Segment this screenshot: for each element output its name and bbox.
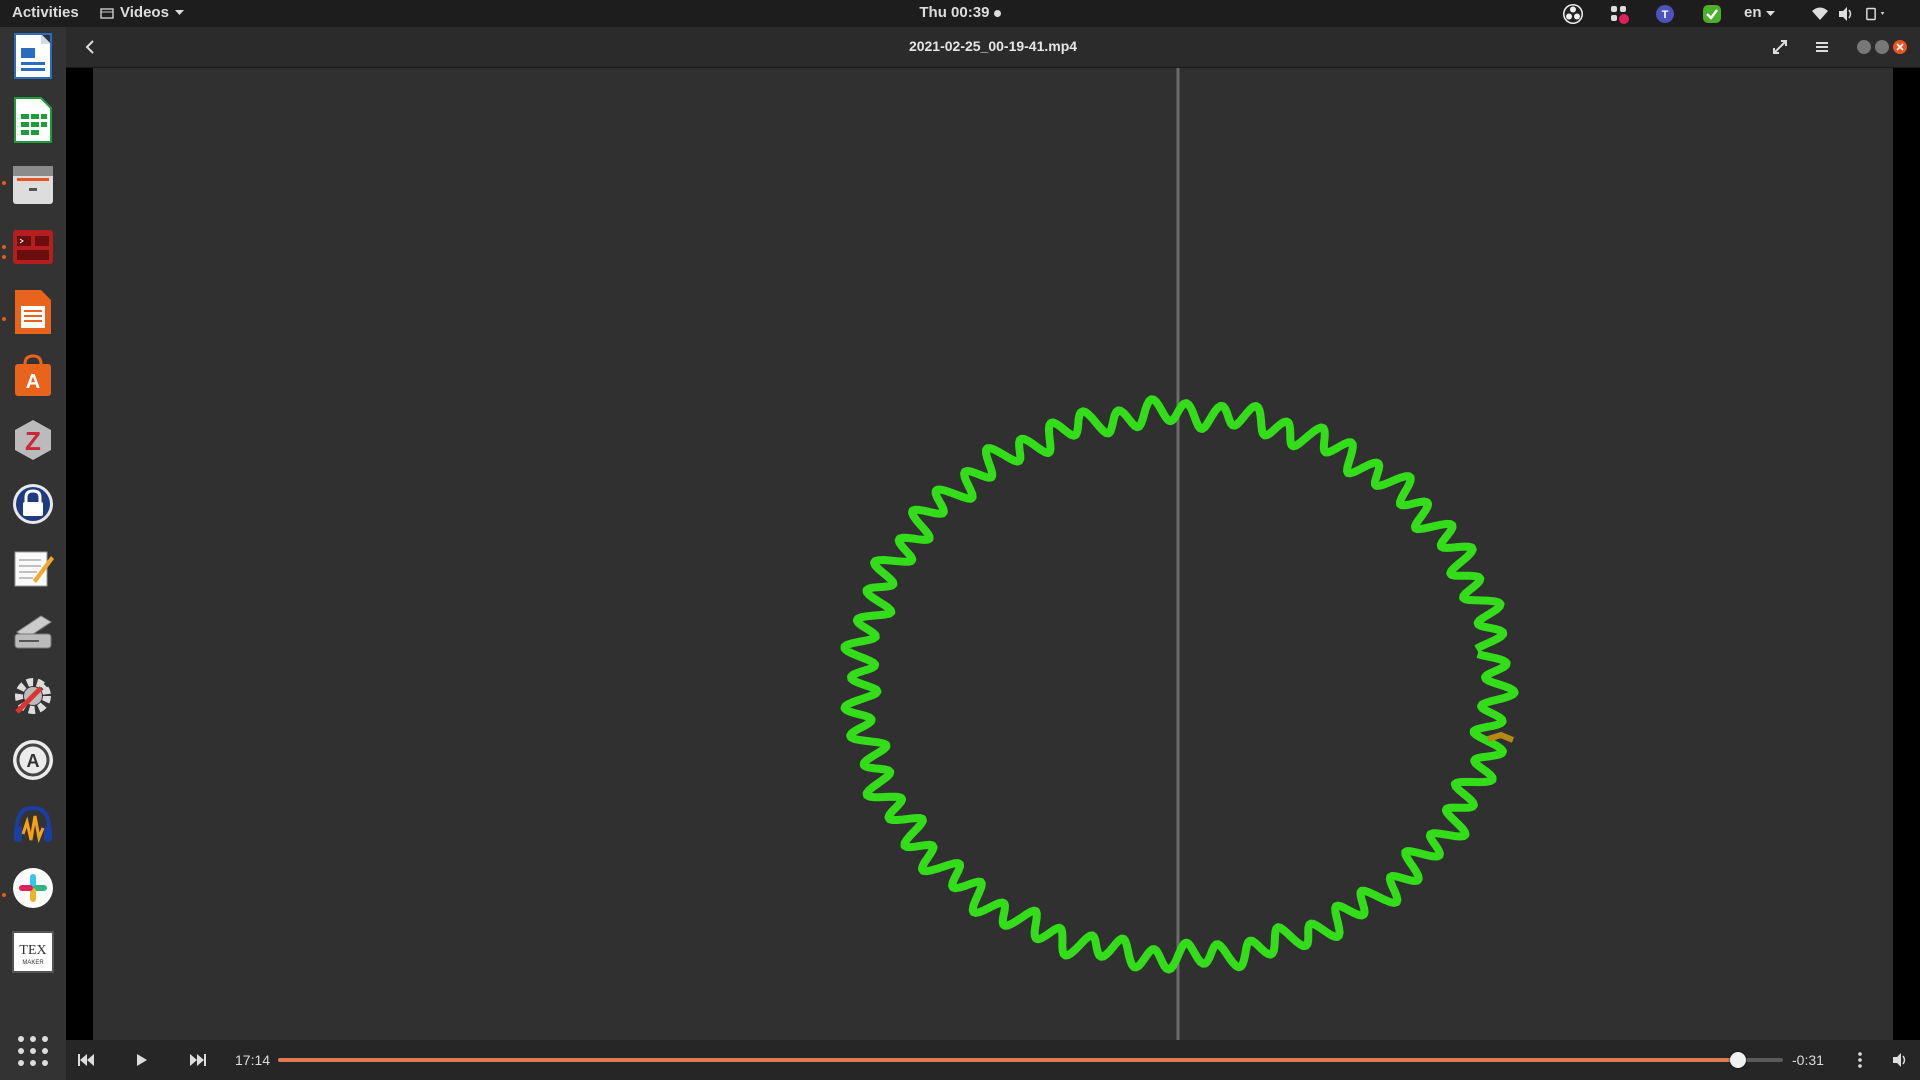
audacity-icon[interactable] xyxy=(9,800,57,848)
software-updater-icon[interactable]: A xyxy=(9,736,57,784)
app-menu-label: Videos xyxy=(120,4,169,21)
seek-bar[interactable] xyxy=(278,1052,1783,1068)
remaining-time: -0:31 xyxy=(1792,1052,1824,1068)
volume-icon[interactable] xyxy=(1834,2,1858,26)
running-indicator xyxy=(2,255,6,259)
previous-button[interactable] xyxy=(72,1046,100,1074)
window-title: 2021-02-25_00-19-41.mp4 xyxy=(908,38,1078,54)
check-icon[interactable] xyxy=(1700,2,1724,26)
keepass-icon[interactable] xyxy=(9,480,57,528)
obs-icon[interactable] xyxy=(1561,2,1585,26)
svg-text:MAKER: MAKER xyxy=(22,960,44,966)
play-button[interactable] xyxy=(128,1046,156,1074)
top-bar: Activities Videos Thu 00:39 T en xyxy=(0,0,1920,27)
chevron-left-icon xyxy=(85,40,94,54)
seek-bar-handle[interactable] xyxy=(1729,1052,1746,1068)
skip-back-icon xyxy=(78,1054,94,1066)
svg-text:T: T xyxy=(1662,9,1669,21)
dock: A Z A TEX MAKER xyxy=(0,27,66,1080)
scanner-icon[interactable] xyxy=(9,608,57,656)
zotero-icon[interactable]: Z xyxy=(9,416,57,464)
document-viewer-icon[interactable] xyxy=(9,288,57,336)
caret-down-icon xyxy=(1765,11,1775,16)
play-icon xyxy=(137,1054,147,1066)
header-bar: 2021-02-25_00-19-41.mp4 xyxy=(66,27,1920,68)
film-icon xyxy=(100,7,114,19)
running-indicator xyxy=(2,317,6,321)
caret-down-icon xyxy=(174,9,184,15)
file-manager-icon[interactable] xyxy=(9,160,57,208)
language-indicator[interactable]: en xyxy=(1744,4,1775,21)
skip-forward-icon xyxy=(190,1054,206,1066)
terminal-icon[interactable] xyxy=(9,224,57,272)
close-button[interactable] xyxy=(1893,40,1907,54)
settings-icon[interactable] xyxy=(9,672,57,720)
more-options-button[interactable] xyxy=(1846,1046,1874,1074)
back-button[interactable] xyxy=(76,33,104,61)
close-icon xyxy=(1896,43,1904,51)
running-indicator xyxy=(2,181,6,185)
text-editor-icon[interactable] xyxy=(9,544,57,592)
running-indicator xyxy=(2,893,6,897)
volume-icon xyxy=(1893,1053,1906,1067)
volume-button[interactable] xyxy=(1886,1046,1914,1074)
software-center-icon[interactable]: A xyxy=(9,352,57,400)
video-area[interactable] xyxy=(93,68,1893,1040)
kebab-menu-icon xyxy=(1858,1052,1862,1068)
libreoffice-calc-icon[interactable] xyxy=(9,96,57,144)
slack-tray-icon[interactable] xyxy=(1607,2,1631,26)
running-indicator xyxy=(2,245,6,249)
minimize-button[interactable] xyxy=(1857,40,1871,54)
svg-text:A: A xyxy=(27,751,40,771)
activities-button[interactable]: Activities xyxy=(12,4,79,21)
svg-text:TEX: TEX xyxy=(19,943,46,958)
svg-text:Z: Z xyxy=(25,426,41,456)
svg-text:A: A xyxy=(26,371,40,393)
elapsed-time: 17:14 xyxy=(235,1052,271,1068)
next-button[interactable] xyxy=(184,1046,212,1074)
slack-icon[interactable] xyxy=(9,864,57,912)
videos-window: 2021-02-25_00-19-41.mp4 17:14 -0:31 xyxy=(66,27,1920,1080)
fullscreen-button[interactable] xyxy=(1766,33,1794,61)
wifi-icon[interactable] xyxy=(1808,2,1832,26)
power-icon[interactable] xyxy=(1865,2,1889,26)
libreoffice-writer-icon[interactable] xyxy=(9,32,57,80)
clock[interactable]: Thu 00:39 xyxy=(919,4,989,21)
orange-trace-tail xyxy=(1487,731,1515,743)
seek-bar-progress xyxy=(278,1058,1738,1062)
hamburger-icon xyxy=(1816,42,1828,52)
language-label: en xyxy=(1744,4,1762,21)
green-circular-trace xyxy=(840,395,1519,974)
maximize-button[interactable] xyxy=(1875,40,1889,54)
fullscreen-icon xyxy=(1773,40,1787,54)
show-applications-icon[interactable] xyxy=(9,1027,57,1075)
app-menu[interactable]: Videos xyxy=(100,4,184,21)
texmaker-icon[interactable]: TEX MAKER xyxy=(9,928,57,976)
video-frame xyxy=(840,68,1519,1040)
menu-button[interactable] xyxy=(1808,33,1836,61)
notification-dot xyxy=(993,9,1001,17)
playback-controls: 17:14 -0:31 xyxy=(66,1040,1920,1080)
teams-icon[interactable]: T xyxy=(1653,2,1677,26)
